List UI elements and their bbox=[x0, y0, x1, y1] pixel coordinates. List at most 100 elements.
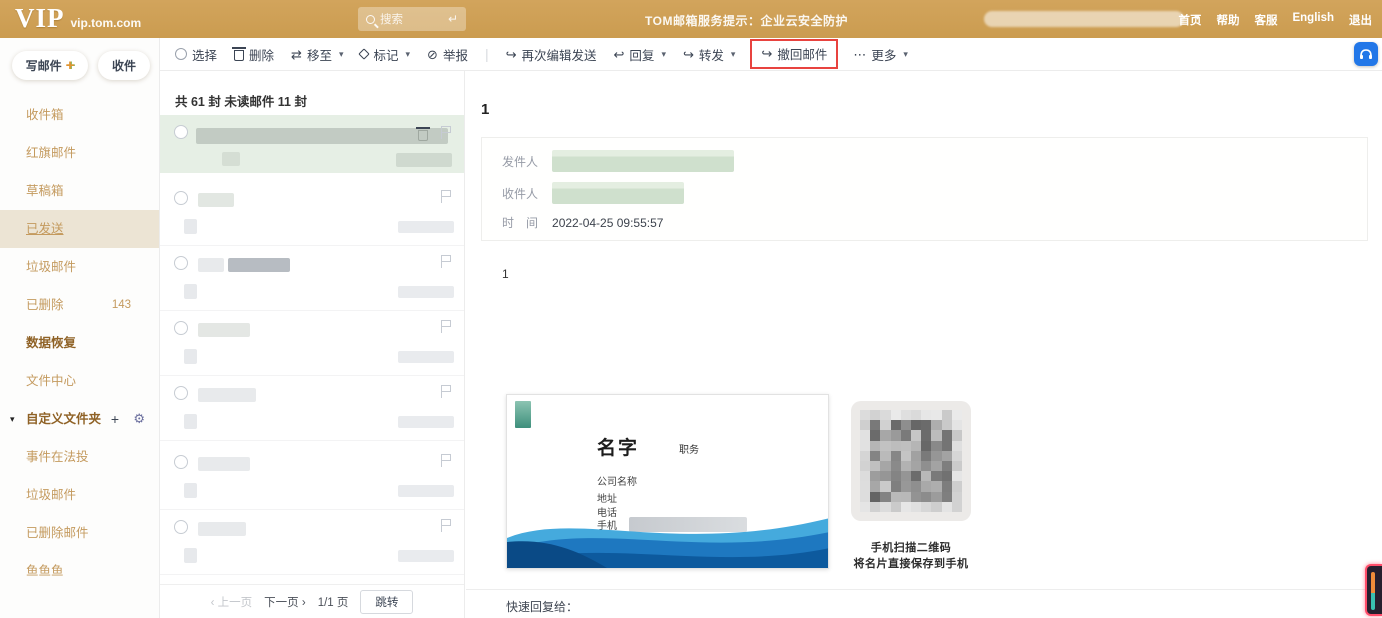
gear-icon[interactable]: ⚙ bbox=[133, 400, 145, 438]
qr-cell bbox=[901, 451, 911, 461]
flag-icon[interactable] bbox=[441, 320, 450, 333]
flag-icon[interactable] bbox=[441, 126, 450, 139]
qr-cell bbox=[891, 451, 901, 461]
mail-row[interactable] bbox=[160, 246, 464, 311]
sidebar-item-8[interactable]: 自定义文件夹▾+⚙ bbox=[0, 400, 159, 438]
sidebar-item-7[interactable]: 文件中心 bbox=[0, 362, 159, 400]
search-input[interactable]: 搜索 ↵ bbox=[358, 7, 466, 31]
redacted-date bbox=[398, 416, 454, 428]
qr-cell bbox=[931, 471, 941, 481]
sidebar-item-1[interactable]: 红旗邮件 bbox=[0, 134, 159, 172]
qr-cell bbox=[921, 492, 931, 502]
top-link-3[interactable]: English bbox=[1292, 12, 1334, 28]
customer-service-button[interactable] bbox=[1354, 42, 1378, 66]
qr-cell bbox=[911, 502, 921, 512]
select-button[interactable]: 选择 bbox=[175, 45, 217, 64]
corner-floating-widget[interactable] bbox=[1365, 564, 1382, 616]
search-placeholder: 搜索 bbox=[380, 11, 448, 27]
mail-checkbox[interactable] bbox=[174, 321, 188, 335]
account-name-redacted[interactable] bbox=[984, 11, 1184, 27]
receive-button[interactable]: 收件 bbox=[98, 51, 150, 80]
qr-cell bbox=[880, 502, 890, 512]
qr-cell bbox=[911, 410, 921, 420]
trash-icon[interactable] bbox=[418, 130, 428, 141]
mail-list-panel: 共 61 封 未读邮件 11 封 ‹ 上一页 下一页 › 1/1 页 跳转 bbox=[160, 71, 465, 618]
redacted-date bbox=[398, 550, 454, 562]
mail-row[interactable] bbox=[160, 376, 464, 441]
mail-checkbox[interactable] bbox=[174, 256, 188, 270]
mail-checkbox[interactable] bbox=[174, 455, 188, 469]
sidebar-item-4[interactable]: 垃圾邮件 bbox=[0, 248, 159, 286]
sidebar-item-5[interactable]: 已删除143 bbox=[0, 286, 159, 324]
folder-list: 收件箱红旗邮件草稿箱已发送垃圾邮件已删除143数据恢复文件中心自定义文件夹▾+⚙… bbox=[0, 96, 159, 590]
flag-icon[interactable] bbox=[441, 519, 450, 532]
mail-row[interactable] bbox=[160, 311, 464, 376]
move-label: 移至 bbox=[307, 45, 332, 64]
qr-cell bbox=[952, 481, 962, 491]
qr-cell bbox=[921, 461, 931, 471]
qr-cell bbox=[880, 492, 890, 502]
qr-cell bbox=[921, 471, 931, 481]
qr-cell bbox=[952, 502, 962, 512]
sidebar-item-6[interactable]: 数据恢复 bbox=[0, 324, 159, 362]
redacted-subject bbox=[196, 128, 448, 144]
flag-icon[interactable] bbox=[441, 454, 450, 467]
sidebar-item-12[interactable]: 鱼鱼鱼 bbox=[0, 552, 159, 590]
quick-reply-label[interactable]: 快速回复给： bbox=[506, 598, 578, 615]
prev-page-button[interactable]: ‹ 上一页 bbox=[211, 594, 253, 610]
mail-header-panel: 发件人 收件人 时 间 2022-04-25 09:55:57 bbox=[481, 137, 1368, 241]
headset-icon bbox=[1359, 48, 1373, 61]
to-label: 收件人 bbox=[502, 185, 538, 202]
mail-checkbox[interactable] bbox=[174, 191, 188, 205]
recall-mail-button-highlighted[interactable]: ↪ 撤回邮件 bbox=[750, 39, 838, 69]
sidebar-item-0[interactable]: 收件箱 bbox=[0, 96, 159, 134]
sidebar-item-11[interactable]: 已删除邮件 bbox=[0, 514, 159, 552]
top-link-0[interactable]: 首页 bbox=[1178, 12, 1201, 28]
attachment-icon-redacted bbox=[184, 219, 197, 234]
chevron-down-icon: ▾ bbox=[661, 49, 666, 60]
flag-icon[interactable] bbox=[441, 385, 450, 398]
qr-cell bbox=[891, 481, 901, 491]
qr-cell bbox=[952, 410, 962, 420]
mail-row[interactable] bbox=[160, 510, 464, 575]
move-button[interactable]: ⇄ 移至 ▾ bbox=[291, 45, 343, 64]
flag-icon[interactable] bbox=[441, 255, 450, 268]
jump-button[interactable]: 跳转 bbox=[360, 590, 413, 614]
mail-checkbox[interactable] bbox=[174, 520, 188, 534]
edit-again-button[interactable]: ↪ 再次编辑发送 bbox=[506, 45, 597, 64]
sidebar-item-10[interactable]: 垃圾邮件 bbox=[0, 476, 159, 514]
top-link-1[interactable]: 帮助 bbox=[1216, 12, 1239, 28]
vip-logo[interactable]: VIP vip.tom.com bbox=[15, 3, 141, 34]
top-link-4[interactable]: 退出 bbox=[1349, 12, 1372, 28]
reply-button[interactable]: ↩ 回复 ▾ bbox=[614, 45, 666, 64]
next-page-button[interactable]: 下一页 › bbox=[264, 594, 306, 610]
mail-row[interactable] bbox=[160, 445, 464, 510]
more-button[interactable]: ⋯ 更多 ▾ bbox=[853, 45, 908, 64]
mail-checkbox[interactable] bbox=[174, 386, 188, 400]
compose-button[interactable]: 写邮件 + bbox=[12, 51, 88, 80]
chevron-down-icon[interactable]: ▾ bbox=[10, 400, 15, 438]
top-link-2[interactable]: 客服 bbox=[1254, 12, 1277, 28]
mail-checkbox[interactable] bbox=[174, 125, 188, 139]
promo-banner[interactable]: TOM邮箱服务提示：企业云安全防护 bbox=[645, 12, 848, 29]
reading-pane: 1 发件人 收件人 时 间 2022-04-25 09:55:57 1 名字 职… bbox=[466, 71, 1382, 618]
business-card-image[interactable]: 名字 职务 公司名称 地址 电话 手机 邮箱 bbox=[506, 394, 829, 569]
logo-domain-text: vip.tom.com bbox=[71, 16, 142, 30]
compose-label: 写邮件 bbox=[26, 57, 62, 74]
flag-icon[interactable] bbox=[441, 190, 450, 203]
mail-row[interactable] bbox=[160, 181, 464, 246]
sidebar-item-3[interactable]: 已发送 bbox=[0, 210, 159, 248]
mark-button[interactable]: 标记 ▾ bbox=[360, 45, 410, 64]
sidebar-item-9[interactable]: 事件在法投 bbox=[0, 438, 159, 476]
chevron-down-icon: ▾ bbox=[339, 49, 344, 60]
add-folder-icon[interactable]: + bbox=[111, 400, 119, 438]
delete-button[interactable]: 删除 bbox=[234, 45, 274, 64]
sidebar-item-2[interactable]: 草稿箱 bbox=[0, 172, 159, 210]
time-value: 2022-04-25 09:55:57 bbox=[552, 216, 663, 230]
qr-cell bbox=[942, 420, 952, 430]
mail-row-selected[interactable] bbox=[160, 115, 464, 173]
report-button[interactable]: ⊘ 举报 bbox=[427, 45, 468, 64]
qr-cell bbox=[921, 420, 931, 430]
forward-button[interactable]: ↪ 转发 ▾ bbox=[683, 45, 735, 64]
move-icon: ⇄ bbox=[291, 48, 302, 61]
